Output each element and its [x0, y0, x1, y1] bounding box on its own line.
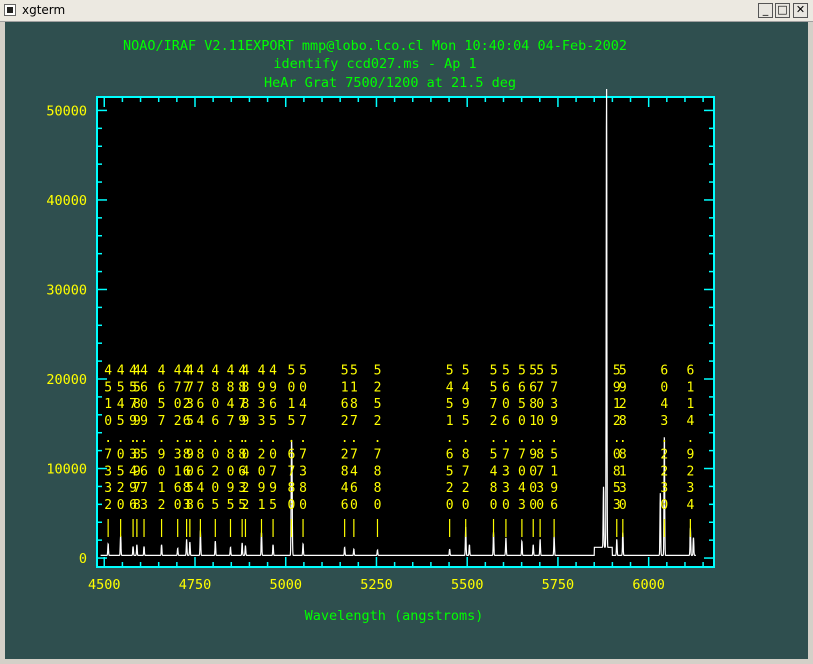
line-id-label: 6043.2230 — [660, 364, 668, 513]
line-id-label: 4609.5673 — [140, 364, 148, 513]
line-id-label: 4702.3160 — [174, 364, 182, 513]
y-tick-label: 0 — [79, 551, 87, 567]
line-id-label: 4889.0422 — [242, 364, 250, 513]
x-tick-label: 6000 — [632, 577, 665, 593]
window-title: xgterm — [22, 3, 66, 17]
y-tick-label: 40000 — [46, 193, 87, 209]
x-tick-label: 5750 — [542, 577, 575, 593]
x-tick-label: 5500 — [451, 577, 484, 593]
line-id-label: 6114.9234 — [686, 364, 694, 513]
line-id: 6043.2230 — [660, 364, 668, 537]
line-id-label: 4933.2091 — [258, 364, 266, 513]
line-id: 4889.0422 — [242, 364, 250, 537]
line-id-label: 5451.6520 — [446, 364, 454, 513]
line-id-label: 5572.5480 — [490, 364, 498, 513]
plot-title-line-2: identify ccd027.ms - Ap 1 — [273, 56, 476, 72]
line-id: 5162.2846 — [341, 364, 349, 537]
maximize-button[interactable]: □ — [775, 3, 790, 18]
xgterm-window: xgterm _ □ ✕ NOAO/IRAF V2.11EXPORT mmp@l… — [0, 0, 813, 664]
x-axis-label: Wavelength (angstroms) — [305, 608, 484, 624]
line-id-label: 4657.9012 — [158, 364, 166, 513]
line-id-label: 4510.7332 — [104, 364, 112, 513]
y-tick-label: 30000 — [46, 282, 87, 298]
line-id: 5572.5480 — [490, 364, 498, 537]
line-id: 4965.0795 — [269, 364, 277, 537]
line-id: 4545.0520 — [117, 364, 125, 537]
line-id-label: 5700.8730 — [536, 364, 544, 513]
graphics-area[interactable]: NOAO/IRAF V2.11EXPORT mmp@lobo.lco.cl Mo… — [5, 22, 808, 659]
x-tick-label: 5000 — [269, 577, 302, 593]
line-id-label: 5047.7380 — [299, 364, 307, 513]
line-id: 5047.7380 — [299, 364, 307, 537]
line-id-label: 4764.8646 — [196, 364, 204, 513]
line-id: 4702.3160 — [174, 364, 182, 537]
plot-title-line-3: HeAr Grat 7500/1200 at 21.5 deg — [264, 75, 516, 91]
spectrum-plot: NOAO/IRAF V2.11EXPORT mmp@lobo.lco.cl Mo… — [5, 22, 808, 659]
line-id: 5739.5196 — [550, 364, 558, 537]
line-id: 6114.9234 — [686, 364, 694, 537]
line-id: 4609.5673 — [140, 364, 148, 537]
y-tick-label: 10000 — [46, 462, 87, 478]
line-id: 5495.8720 — [462, 364, 470, 537]
line-id: 5187.7460 — [350, 364, 358, 537]
terminal-app-icon[interactable] — [4, 4, 16, 16]
y-tick-label: 20000 — [46, 372, 87, 388]
line-id: 5252.7880 — [374, 364, 382, 537]
line-id: 5015.6780 — [288, 364, 296, 537]
line-id: 5606.7330 — [502, 364, 510, 537]
line-id: 4657.9012 — [158, 364, 166, 537]
line-id-label: 5015.6780 — [288, 364, 296, 513]
line-id-label: 5252.7880 — [374, 364, 382, 513]
title-bar[interactable]: xgterm _ □ ✕ — [0, 0, 813, 22]
line-id: 4847.8095 — [227, 364, 235, 537]
line-id-label: 4847.8095 — [227, 364, 235, 513]
line-id-label: 5739.5196 — [550, 364, 558, 513]
line-id-label: 4806.0205 — [211, 364, 219, 513]
line-id-label: 5495.8720 — [462, 364, 470, 513]
x-tick-label: 5250 — [360, 577, 393, 593]
line-id: 5451.6520 — [446, 364, 454, 537]
line-id-label: 5162.2846 — [341, 364, 349, 513]
x-tick-label: 4750 — [179, 577, 212, 593]
line-id-label: 4545.0520 — [117, 364, 125, 513]
line-id-label: 5187.7460 — [350, 364, 358, 513]
line-id: 4806.0205 — [211, 364, 219, 537]
line-id: 4933.2091 — [258, 364, 266, 537]
line-id: 4764.8646 — [196, 364, 204, 537]
line-id-label: 4735.9058 — [186, 364, 194, 513]
y-tick-label: 50000 — [46, 103, 87, 119]
line-id: 5928.8130 — [619, 364, 627, 537]
line-id: 4510.7332 — [104, 364, 112, 537]
x-tick-label: 4500 — [88, 577, 121, 593]
line-id-label: 5650.7043 — [518, 364, 526, 513]
line-id: 4735.9058 — [186, 364, 194, 537]
line-id-label: 4965.0795 — [269, 364, 277, 513]
line-id-label: 5928.8130 — [619, 364, 627, 513]
line-id-label: 5606.7330 — [502, 364, 510, 513]
line-id: 5700.8730 — [536, 364, 544, 537]
plot-title-line-1: NOAO/IRAF V2.11EXPORT mmp@lobo.lco.cl Mo… — [123, 38, 627, 54]
minimize-button[interactable]: _ — [758, 3, 773, 18]
plot-frame — [96, 96, 715, 568]
close-button[interactable]: ✕ — [793, 3, 808, 18]
line-id: 5650.7043 — [518, 364, 526, 537]
